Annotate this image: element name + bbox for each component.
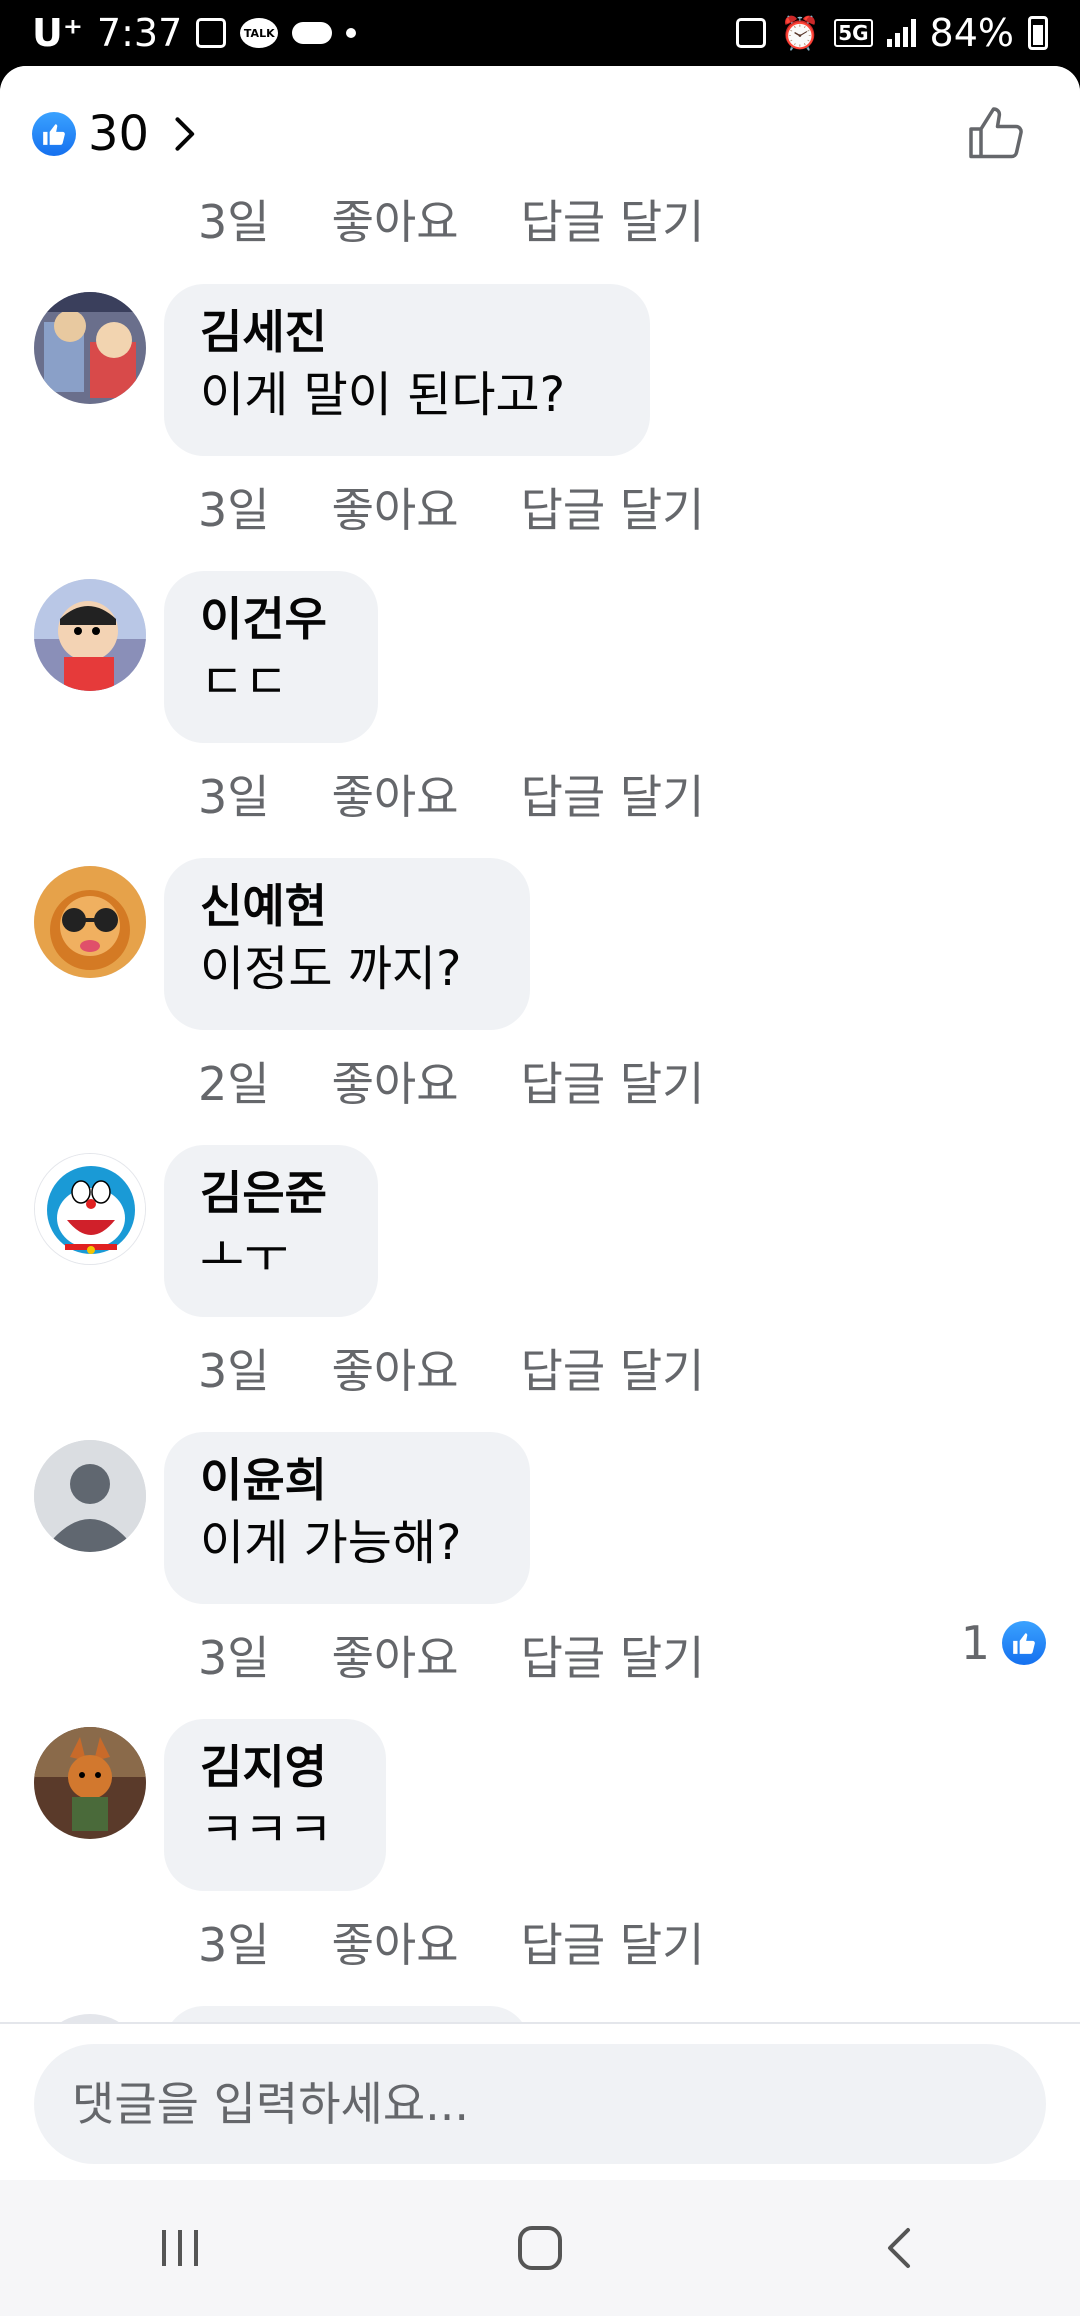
comment-bubble[interactable]: 김은준 ㅗㅜ: [164, 1145, 378, 1317]
avatar[interactable]: [34, 1153, 146, 1265]
gallery-icon: [196, 18, 227, 48]
sheet-header: 30: [0, 66, 1080, 196]
comment-author[interactable]: 김은준: [200, 1163, 342, 1223]
home-button[interactable]: [480, 2198, 600, 2298]
reply-link[interactable]: 답글 달기: [521, 1335, 705, 1401]
comment-input[interactable]: [34, 2044, 1046, 2164]
battery-icon: [1028, 16, 1048, 50]
avatar[interactable]: [34, 1440, 146, 1552]
comment-text: ㄷㄷ: [200, 654, 289, 710]
like-link[interactable]: 좋아요: [332, 1048, 459, 1114]
reply-link[interactable]: 답글 달기: [521, 1909, 705, 1975]
comment-author[interactable]: 김지영: [200, 1737, 350, 1797]
like-link[interactable]: 좋아요: [332, 1335, 459, 1401]
comment-time: 3일: [198, 1918, 270, 1972]
recent-apps-icon: [162, 2230, 198, 2266]
carrier-label: U⁺: [32, 11, 83, 55]
comment-meta-row: 3일 좋아요 답글 달기: [198, 474, 704, 540]
comment-like-count[interactable]: 1: [961, 1616, 1046, 1670]
comment-bubble[interactable]: 이건우 ㄷㄷ: [164, 571, 378, 743]
back-icon: [888, 2228, 910, 2268]
comment-text: ㅗㅜ: [200, 1228, 289, 1284]
network-type: 5G: [834, 19, 873, 47]
back-button[interactable]: [840, 2198, 960, 2298]
reply-link[interactable]: 답글 달기: [521, 474, 705, 540]
like-outline-button[interactable]: [966, 104, 1026, 164]
kakaotalk-icon: TALK: [240, 18, 279, 48]
reactions-summary[interactable]: 30: [32, 106, 205, 162]
recent-apps-button[interactable]: [120, 2198, 240, 2298]
comment-text: 이게 말이 된다고?: [200, 367, 566, 423]
comment-meta-row: 3일 좋아요 답글 달기: [198, 1622, 704, 1688]
recycle-icon: [736, 18, 767, 48]
home-icon: [518, 2226, 562, 2270]
signal-icon: [886, 19, 916, 47]
comment-time: 2일: [198, 1057, 270, 1111]
comment-text: ㅋㅋㅋ: [200, 1802, 333, 1858]
battery-percent: 84%: [929, 11, 1014, 55]
comment-meta-row: 3일 좋아요 답글 달기: [198, 1909, 704, 1975]
comment-meta-row: 3일 좋아요 답글 달기: [198, 1335, 704, 1401]
like-reaction-icon: [32, 112, 76, 156]
like-link[interactable]: 좋아요: [332, 1622, 459, 1688]
comment-author[interactable]: 신예현: [200, 876, 494, 936]
reaction-count: 30: [88, 106, 150, 162]
like-link[interactable]: 좋아요: [332, 1909, 459, 1975]
more-notifications-icon: [346, 28, 357, 38]
comment-meta-row: 2일 좋아요 답글 달기: [198, 1048, 704, 1114]
comment-text: 이게 가능해?: [200, 1515, 462, 1571]
clock: 7:37: [96, 11, 183, 55]
avatar[interactable]: [34, 866, 146, 978]
avatar[interactable]: [34, 292, 146, 404]
like-link[interactable]: 좋아요: [332, 761, 459, 827]
like-count-number: 1: [960, 1616, 990, 1670]
avatar[interactable]: [34, 1727, 146, 1839]
like-reaction-icon: [1002, 1621, 1046, 1665]
system-nav-bar: [0, 2180, 1080, 2316]
cloud-icon: [292, 22, 333, 44]
reply-link[interactable]: 답글 달기: [521, 761, 705, 827]
like-link[interactable]: 좋아요: [332, 474, 459, 540]
comment-author[interactable]: 김세진: [200, 302, 614, 362]
comment-bubble[interactable]: 김세진 이게 말이 된다고?: [164, 284, 650, 456]
comment-author[interactable]: 이건우: [200, 589, 342, 649]
status-bar: U⁺ 7:37 TALK ⏰ 5G 84%: [0, 0, 1080, 66]
chevron-right-icon: [175, 117, 195, 151]
comment-time: 3일: [198, 1344, 270, 1398]
reply-link[interactable]: 답글 달기: [521, 1622, 705, 1688]
comment-time: 3일: [198, 483, 270, 537]
avatar[interactable]: [34, 579, 146, 691]
alarm-icon: ⏰: [780, 14, 821, 52]
reply-link[interactable]: 답글 달기: [521, 1048, 705, 1114]
comment-composer: [0, 2022, 1080, 2180]
comment-time: 3일: [198, 1631, 270, 1685]
comment-author[interactable]: 이윤희: [200, 1450, 494, 1510]
comments-sheet: 30 3일 좋아요 답글 달기 김세진 이게 말이 된다고? 3일 좋아요 답글…: [0, 66, 1080, 2180]
comment-bubble[interactable]: 신예현 이정도 까지?: [164, 858, 530, 1030]
comment-text: 이정도 까지?: [200, 941, 462, 997]
comment-bubble[interactable]: 이윤희 이게 가능해?: [164, 1432, 530, 1604]
comment-meta-row: 3일 좋아요 답글 달기: [198, 761, 704, 827]
comment-bubble[interactable]: 김지영 ㅋㅋㅋ: [164, 1719, 386, 1891]
comment-time: 3일: [198, 770, 270, 824]
